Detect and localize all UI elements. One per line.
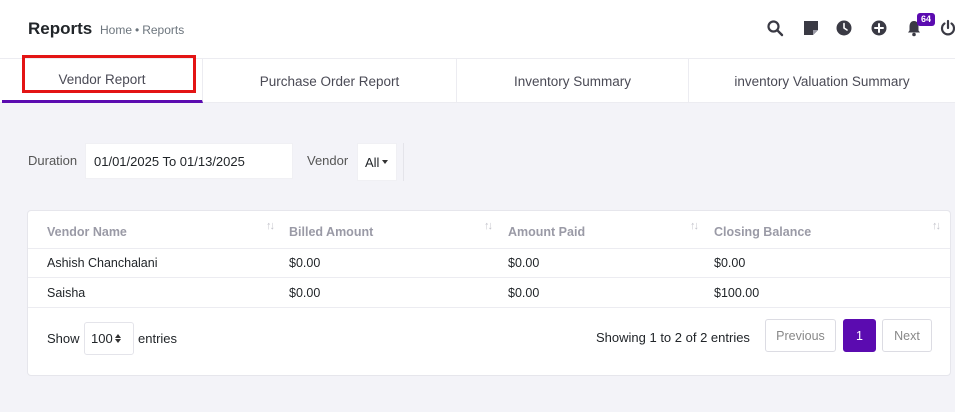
vendor-select-value: All — [365, 154, 380, 170]
vendor-label: Vendor — [307, 153, 349, 168]
search-icon[interactable] — [766, 19, 784, 37]
tab-purchase-order-report[interactable]: Purchase Order Report — [203, 59, 457, 103]
sticky-note-icon[interactable] — [802, 19, 820, 37]
table-header: Vendor Name ↑↓ Billed Amount ↑↓ Amount P… — [28, 211, 950, 249]
page-1-button[interactable]: 1 — [843, 319, 876, 352]
vendor-report-table: Vendor Name ↑↓ Billed Amount ↑↓ Amount P… — [27, 210, 951, 376]
show-label: Show — [47, 331, 80, 346]
cell-closing-balance: $0.00 — [714, 256, 746, 270]
breadcrumb: Home • Reports — [100, 23, 184, 37]
cell-billed-amount: $0.00 — [289, 286, 321, 300]
plus-circle-icon[interactable] — [870, 19, 888, 37]
page-length-value: 100 — [91, 331, 113, 346]
filter-divider — [403, 143, 404, 181]
table-info: Showing 1 to 2 of 2 entries — [596, 330, 750, 345]
report-tabs: Vendor Report Purchase Order Report Inve… — [0, 59, 955, 103]
breadcrumb-separator: • — [135, 23, 140, 37]
table-row: Ashish Chanchalani $0.00 $0.00 $0.00 — [28, 248, 950, 278]
top-bar: Reports Home • Reports 64 — [0, 0, 955, 59]
chevron-down-icon — [382, 160, 389, 164]
cell-vendor-name: Saisha — [47, 286, 86, 300]
entries-label: entries — [138, 331, 178, 346]
vendor-select[interactable]: All — [357, 143, 397, 181]
cell-amount-paid: $0.00 — [508, 256, 540, 270]
tab-inventory-valuation-summary[interactable]: inventory Valuation Summary — [689, 59, 955, 103]
power-icon[interactable] — [939, 19, 955, 37]
tab-inventory-summary[interactable]: Inventory Summary — [457, 59, 689, 103]
previous-button[interactable]: Previous — [765, 319, 836, 352]
column-closing-balance[interactable]: Closing Balance — [714, 225, 811, 239]
cell-billed-amount: $0.00 — [289, 256, 321, 270]
next-button[interactable]: Next — [882, 319, 932, 352]
breadcrumb-home[interactable]: Home — [100, 23, 132, 37]
cell-closing-balance: $100.00 — [714, 286, 760, 300]
sort-icon[interactable]: ↑↓ — [932, 220, 941, 232]
cell-amount-paid: $0.00 — [508, 286, 540, 300]
column-billed-amount[interactable]: Billed Amount — [289, 225, 373, 239]
page-title: Reports — [28, 19, 93, 38]
select-arrows-icon — [114, 334, 121, 343]
breadcrumb-reports: Reports — [142, 23, 185, 37]
table-row: Saisha $0.00 $0.00 $100.00 — [28, 278, 950, 308]
page-length-select[interactable]: 100 — [84, 322, 134, 355]
duration-label: Duration — [28, 153, 78, 168]
clock-icon[interactable] — [835, 19, 853, 37]
duration-input[interactable]: 01/01/2025 To 01/13/2025 — [85, 143, 293, 179]
notification-badge: 64 — [917, 13, 936, 26]
sort-icon[interactable]: ↑↓ — [266, 220, 275, 232]
cell-vendor-name: Ashish Chanchalani — [47, 256, 158, 270]
tab-vendor-report[interactable]: Vendor Report — [2, 59, 203, 103]
sort-icon[interactable]: ↑↓ — [484, 220, 493, 232]
sort-icon[interactable]: ↑↓ — [690, 220, 699, 232]
column-vendor-name[interactable]: Vendor Name — [47, 225, 127, 239]
column-amount-paid[interactable]: Amount Paid — [508, 225, 585, 239]
